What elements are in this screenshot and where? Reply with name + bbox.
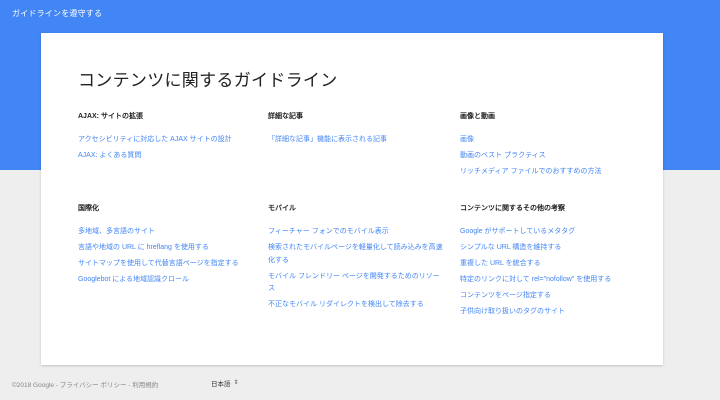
- section-title: 画像と動画: [460, 113, 495, 120]
- list-item: Googlebot による地域認識クロール: [78, 272, 253, 285]
- list-item: 子供向け取り扱いのタグのサイト: [460, 304, 635, 317]
- link-list: 画像 動画のベスト プラクティス リッチメディア ファイルでのおすすめの方法: [460, 132, 635, 177]
- link-list: 「詳細な記事」機能に表示される記事: [268, 132, 443, 145]
- list-item: AJAX: よくある質問: [78, 148, 253, 161]
- section-other-content: コンテンツに関するその他の考察 Google がサポートしているメタタグ シンプ…: [460, 203, 635, 320]
- list-item: 重複した URL を統合する: [460, 256, 635, 269]
- list-item: 画像: [460, 132, 635, 145]
- link-duplicate-urls[interactable]: 重複した URL を統合する: [460, 260, 541, 267]
- section-title: 詳細な記事: [268, 113, 303, 120]
- link-sitemap-alternate[interactable]: サイトマップを使用して代替言語ページを指定する: [78, 260, 239, 267]
- link-pagination[interactable]: コンテンツをページ指定する: [460, 292, 551, 299]
- section-title: コンテンツに関するその他の考察: [460, 205, 565, 212]
- link-multi-regional[interactable]: 多地域、多言語のサイト: [78, 228, 155, 235]
- list-item: シンプルな URL 構造を維持する: [460, 240, 635, 253]
- list-item: コンテンツをページ指定する: [460, 288, 635, 301]
- link-ajax-faq[interactable]: AJAX: よくある質問: [78, 152, 141, 159]
- link-in-depth-articles[interactable]: 「詳細な記事」機能に表示される記事: [268, 136, 387, 143]
- link-list: 多地域、多言語のサイト 言語や地域の URL に hreflang を使用する …: [78, 224, 253, 285]
- link-nofollow[interactable]: 特定のリンクに対して rel="nofollow" を使用する: [460, 276, 611, 283]
- link-child-directed[interactable]: 子供向け取り扱いのタグのサイト: [460, 308, 565, 315]
- link-ajax-accessibility[interactable]: アクセシビリティに対応した AJAX サイトの設計: [78, 136, 232, 143]
- header-title: ガイドラインを遵守する: [12, 9, 103, 18]
- section-internationalization: 国際化 多地域、多言語のサイト 言語や地域の URL に hreflang を使…: [78, 203, 253, 288]
- language-label: 日本語: [211, 381, 231, 388]
- section-in-depth-articles: 詳細な記事 「詳細な記事」機能に表示される記事: [268, 111, 443, 148]
- section-mobile: モバイル フィーチャー フォンでのモバイル表示 検索されたモバイルページを軽量化…: [268, 203, 443, 313]
- section-title: モバイル: [268, 205, 296, 212]
- link-url-structure[interactable]: シンプルな URL 構造を維持する: [460, 244, 561, 251]
- list-item: 特定のリンクに対して rel="nofollow" を使用する: [460, 272, 635, 285]
- link-rich-media[interactable]: リッチメディア ファイルでのおすすめの方法: [460, 168, 601, 175]
- list-item: 検索されたモバイルページを軽量化して読み込みを高速化する: [268, 240, 443, 265]
- link-feature-phone[interactable]: フィーチャー フォンでのモバイル表示: [268, 228, 389, 235]
- link-video-best-practices[interactable]: 動画のベスト プラクティス: [460, 152, 546, 159]
- link-locale-aware-crawling[interactable]: Googlebot による地域認識クロール: [78, 276, 189, 283]
- list-item: 言語や地域の URL に hreflang を使用する: [78, 240, 253, 253]
- link-list: フィーチャー フォンでのモバイル表示 検索されたモバイルページを軽量化して読み込…: [268, 224, 443, 310]
- list-item: モバイル フレンドリー ページを開発するためのリソース: [268, 269, 443, 294]
- list-item: 動画のベスト プラクティス: [460, 148, 635, 161]
- footer-text: ©2018 Google - プライバシー ポリシー - 利用規約: [12, 382, 159, 389]
- list-item: Google がサポートしているメタタグ: [460, 224, 635, 237]
- list-item: フィーチャー フォンでのモバイル表示: [268, 224, 443, 237]
- list-item: アクセシビリティに対応した AJAX サイトの設計: [78, 132, 253, 145]
- link-mobile-friendly-resources[interactable]: モバイル フレンドリー ページを開発するためのリソース: [268, 273, 440, 293]
- section-title: 国際化: [78, 205, 99, 212]
- list-item: サイトマップを使用して代替言語ページを指定する: [78, 256, 253, 269]
- link-sneaky-redirects[interactable]: 不正なモバイル リダイレクトを検出して除去する: [268, 301, 424, 308]
- list-item: リッチメディア ファイルでのおすすめの方法: [460, 164, 635, 177]
- section-ajax: AJAX: サイトの拡張 アクセシビリティに対応した AJAX サイトの設計 A…: [78, 111, 253, 164]
- list-item: 多地域、多言語のサイト: [78, 224, 253, 237]
- section-title: AJAX: サイトの拡張: [78, 113, 143, 120]
- link-hreflang[interactable]: 言語や地域の URL に hreflang を使用する: [78, 244, 209, 251]
- up-down-arrows-icon: ⇕: [233, 380, 239, 386]
- link-images[interactable]: 画像: [460, 136, 474, 143]
- page-title: コンテンツに関するガイドライン: [78, 71, 338, 90]
- link-meta-tags[interactable]: Google がサポートしているメタタグ: [460, 228, 575, 235]
- content-card: コンテンツに関するガイドライン AJAX: サイトの拡張 アクセシビリティに対応…: [41, 33, 663, 365]
- list-item: 「詳細な記事」機能に表示される記事: [268, 132, 443, 145]
- language-selector[interactable]: 日本語 ⇕: [211, 378, 239, 388]
- section-images-video: 画像と動画 画像 動画のベスト プラクティス リッチメディア ファイルでのおすす…: [460, 111, 635, 180]
- link-list: アクセシビリティに対応した AJAX サイトの設計 AJAX: よくある質問: [78, 132, 253, 161]
- list-item: 不正なモバイル リダイレクトを検出して除去する: [268, 297, 443, 310]
- link-lightweight-pages[interactable]: 検索されたモバイルページを軽量化して読み込みを高速化する: [268, 244, 443, 264]
- link-list: Google がサポートしているメタタグ シンプルな URL 構造を維持する 重…: [460, 224, 635, 317]
